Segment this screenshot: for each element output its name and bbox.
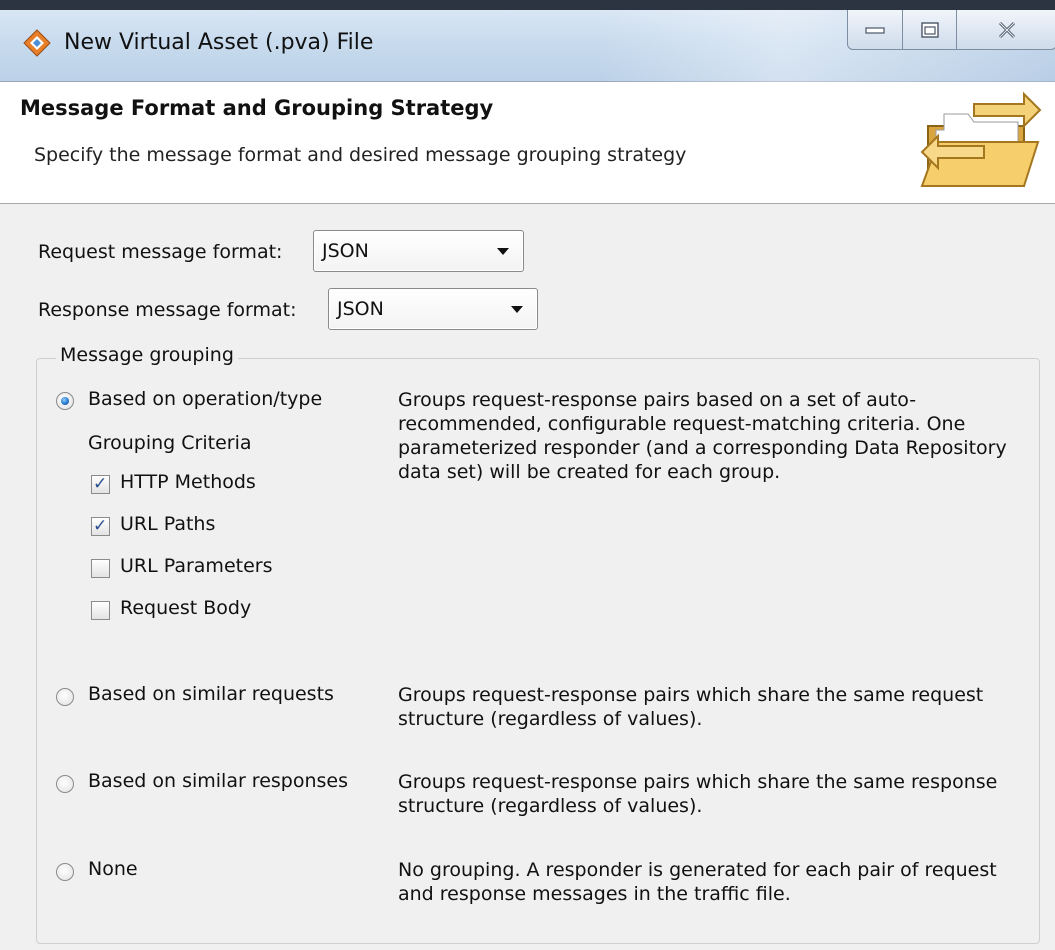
option-description-operation-type: Groups request-response pairs based on a…	[398, 389, 1007, 483]
checkbox-request-body[interactable]	[91, 601, 110, 620]
grouping-criteria-label: Grouping Criteria	[88, 432, 252, 454]
checkbox-url-paths[interactable]: ✓	[91, 517, 110, 536]
window-titlebar: New Virtual Asset (.pva) File	[0, 0, 1055, 82]
radio-operation-type[interactable]	[56, 392, 74, 410]
checkmark-icon: ✓	[93, 516, 108, 536]
page-subtitle: Specify the message format and desired m…	[34, 144, 687, 166]
message-grouping-legend: Message grouping	[56, 344, 238, 366]
option-label-similar-requests[interactable]: Based on similar requests	[88, 683, 334, 705]
wizard-header: Message Format and Grouping Strategy Spe…	[0, 82, 1055, 204]
request-format-label: Request message format:	[38, 241, 283, 263]
maximize-button[interactable]	[903, 10, 957, 50]
app-icon	[23, 29, 51, 57]
option-description-similar-responses: Groups request-response pairs which shar…	[398, 771, 998, 817]
chevron-down-icon	[511, 306, 523, 313]
criteria-label-request-body[interactable]: Request Body	[120, 597, 251, 619]
option-label-operation-type[interactable]: Based on operation/type	[88, 388, 322, 410]
response-format-value: JSON	[337, 298, 384, 320]
checkbox-http-methods[interactable]: ✓	[91, 475, 110, 494]
window-controls	[847, 10, 1055, 50]
radio-similar-responses[interactable]	[56, 775, 74, 793]
window-title: New Virtual Asset (.pva) File	[64, 30, 374, 55]
request-format-value: JSON	[322, 240, 369, 262]
option-label-similar-responses[interactable]: Based on similar responses	[88, 770, 348, 792]
checkmark-icon: ✓	[93, 474, 108, 494]
radio-none[interactable]	[56, 863, 74, 881]
close-button[interactable]	[957, 10, 1055, 50]
criteria-label-url-paths[interactable]: URL Paths	[120, 513, 215, 535]
option-label-none[interactable]: None	[88, 858, 138, 880]
criteria-label-http-methods[interactable]: HTTP Methods	[120, 471, 256, 493]
response-format-select[interactable]: JSON	[328, 288, 538, 330]
folder-transfer-icon	[920, 91, 1042, 187]
option-description-none: No grouping. A responder is generated fo…	[398, 859, 997, 905]
request-format-select[interactable]: JSON	[313, 230, 524, 272]
criteria-label-url-parameters[interactable]: URL Parameters	[120, 555, 272, 577]
response-format-label: Response message format:	[38, 299, 297, 321]
checkbox-url-parameters[interactable]	[91, 559, 110, 578]
option-description-similar-requests: Groups request-response pairs which shar…	[398, 684, 984, 730]
page-title: Message Format and Grouping Strategy	[20, 96, 494, 120]
chevron-down-icon	[497, 248, 509, 255]
close-icon	[998, 21, 1015, 38]
radio-similar-requests[interactable]	[56, 688, 74, 706]
minimize-button[interactable]	[847, 10, 903, 50]
maximize-icon	[920, 21, 939, 38]
minimize-icon	[865, 26, 885, 34]
